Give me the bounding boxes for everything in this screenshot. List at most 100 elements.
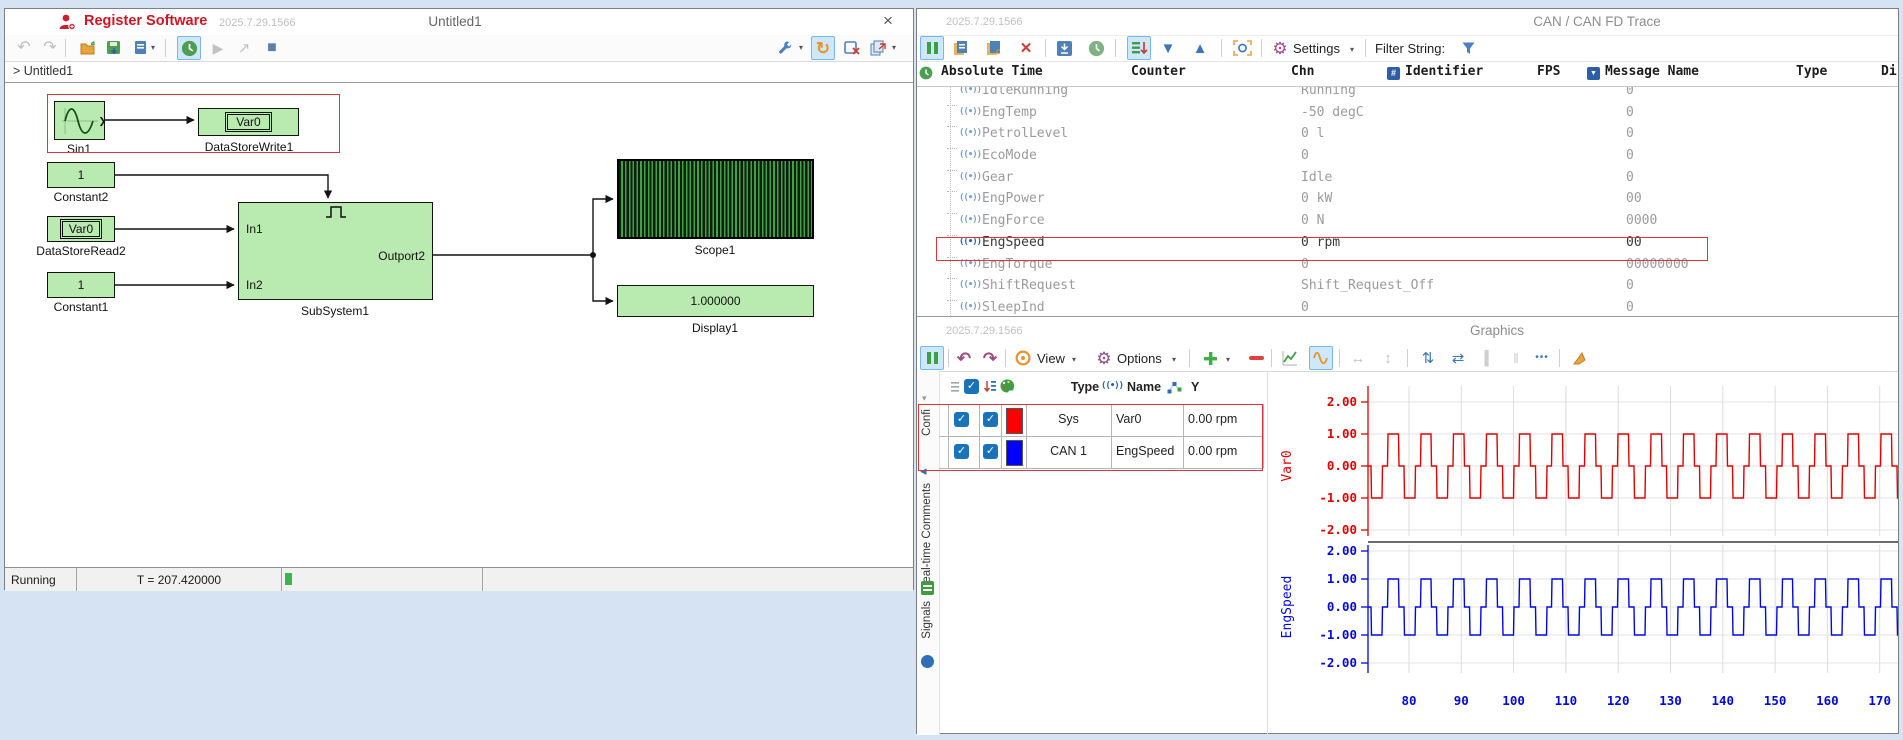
block-datastorewrite1[interactable]: Var0 — [198, 108, 299, 136]
split-horizontal-button[interactable]: ⇄ — [1447, 347, 1469, 369]
collapse-panel-icon[interactable]: ▾ — [922, 393, 927, 404]
settings-dropdown-caret[interactable]: ▾ — [1347, 39, 1357, 61]
move-down-button[interactable]: ▼ — [1157, 37, 1179, 59]
save-button[interactable] — [103, 37, 125, 59]
more-options-button[interactable]: ••• — [1531, 347, 1553, 369]
col-y-header[interactable]: Y — [1191, 380, 1199, 394]
sort-order-button[interactable] — [1127, 36, 1151, 60]
tab-signals[interactable]: Signals — [921, 601, 933, 639]
col-type[interactable]: Type — [1796, 64, 1827, 79]
block-constant1[interactable]: 1 — [47, 272, 115, 298]
tools-dropdown-caret[interactable]: ▾ — [796, 37, 806, 59]
color-swatch[interactable] — [1006, 440, 1023, 466]
tab-configurations[interactable]: Confi — [921, 409, 933, 436]
cursor-marker-button[interactable]: ▍ — [1479, 347, 1501, 369]
select-all-checkbox[interactable]: ✓ — [964, 379, 979, 394]
undo-button[interactable]: ↶ — [13, 37, 35, 59]
col-counter[interactable]: Counter — [1131, 64, 1186, 79]
open-file-button[interactable] — [77, 37, 99, 59]
clear-clipboard-button[interactable] — [841, 37, 863, 59]
fit-horizontal-button[interactable]: ↔ — [1347, 347, 1369, 369]
col-chn[interactable]: Chn — [1291, 64, 1314, 79]
enabled-checkbox[interactable]: ✓ — [983, 412, 998, 427]
graphics-undo-button[interactable]: ↶ — [953, 347, 975, 369]
tab-realtime-comments[interactable]: Real-time Comments — [921, 483, 933, 591]
export-dropdown-caret[interactable]: ▾ — [148, 37, 158, 59]
trace-row[interactable]: ((•)) EngTemp -50 degC 0 — [917, 103, 1898, 125]
trace-row[interactable]: ((•)) ShiftRequest Shift_Request_Off 0 — [917, 276, 1898, 298]
settings-gear-icon[interactable]: ⚙ — [1269, 37, 1291, 59]
eraser-button[interactable] — [1567, 347, 1589, 369]
sort-signals-icon[interactable] — [983, 379, 997, 399]
block-display1[interactable]: 1.000000 — [617, 285, 814, 317]
block-constant2[interactable]: 1 — [47, 162, 115, 188]
remove-signal-button[interactable] — [1245, 347, 1267, 369]
settings-menu[interactable]: Settings — [1293, 41, 1340, 56]
sync-loop-button[interactable]: ↻ — [811, 36, 835, 60]
close-button[interactable]: × — [883, 11, 893, 31]
trace-row[interactable]: ((•)) EngTorque 0 00000000 — [917, 255, 1898, 277]
copy-with-comment-button[interactable]: c — [983, 37, 1005, 59]
copy-export-button[interactable] — [867, 37, 889, 59]
options-menu[interactable]: Options — [1117, 351, 1162, 366]
visible-checkbox[interactable]: ✓ — [954, 444, 969, 459]
col-absolute-time[interactable]: Absolute Time — [941, 64, 1043, 79]
palette-icon[interactable] — [999, 378, 1015, 399]
tools-wrench-button[interactable] — [773, 37, 795, 59]
block-sin1[interactable]: ❯ — [54, 101, 106, 140]
line-chart-mode-button[interactable] — [1279, 347, 1301, 369]
visible-checkbox[interactable]: ✓ — [954, 412, 969, 427]
snapshot-camera-button[interactable] — [1231, 37, 1253, 59]
block-datastoreread2[interactable]: Var0 — [47, 216, 115, 242]
pause-graphics-button[interactable] — [920, 346, 944, 370]
view-dropdown-caret[interactable]: ▾ — [1069, 349, 1079, 371]
copy-dropdown-caret[interactable]: ▾ — [889, 37, 899, 59]
col-dir[interactable]: Di — [1881, 64, 1897, 79]
col-fps[interactable]: FPS — [1537, 64, 1560, 79]
filter-funnel-icon[interactable] — [1457, 37, 1479, 59]
trace-row[interactable]: ((•)) Gear Idle 0 — [917, 168, 1898, 190]
add-signal-caret[interactable]: ▾ — [1223, 349, 1233, 371]
trace-row[interactable]: ((•)) PetrolLevel 0 l0 — [917, 124, 1898, 146]
pause-trace-button[interactable] — [920, 36, 944, 60]
options-gear-icon[interactable]: ⚙ — [1093, 347, 1115, 369]
col-name-header[interactable]: Name — [1127, 380, 1161, 394]
signal-plots[interactable]: 2.00 1.00 0.00 -1.00 -2.00 Var0 80 90 100 110 120 1… — [1271, 373, 1898, 735]
signal-row-var0[interactable]: ✓ ✓ Sys Var0 0.00 rpm — [939, 404, 1263, 436]
time-mode-button[interactable] — [1085, 37, 1107, 59]
dual-cursor-button[interactable]: ‖ — [1505, 347, 1527, 369]
enabled-checkbox[interactable]: ✓ — [983, 444, 998, 459]
block-scope1[interactable] — [617, 159, 814, 239]
trace-row[interactable]: ((•)) EngPower 0 kW 00 — [917, 189, 1898, 211]
col-identifier[interactable]: Identifier — [1405, 64, 1483, 79]
step-out-button[interactable]: ↗ — [233, 37, 255, 59]
block-subsystem1[interactable]: In1 In2 Outport2 — [238, 202, 433, 300]
move-up-button[interactable]: ▲ — [1189, 37, 1211, 59]
trace-row[interactable]: ((•)) EcoMode 0 0 — [917, 146, 1898, 168]
breadcrumb[interactable]: > Untitled1 — [13, 64, 73, 78]
wave-chart-mode-button[interactable] — [1309, 346, 1333, 370]
add-signal-button[interactable] — [1199, 347, 1221, 369]
scroll-to-bottom-button[interactable] — [1053, 37, 1075, 59]
col-message-name[interactable]: Message Name — [1605, 64, 1699, 79]
graphics-redo-button[interactable]: ↷ — [979, 347, 1001, 369]
trace-row[interactable]: ((•)) SleepInd 0 0 — [917, 298, 1898, 316]
model-canvas[interactable]: ❯ Sin1 Var0 DataStoreWrite1 1 Constant2 … — [5, 83, 913, 567]
trace-row[interactable]: ((•)) IdleRunning Running 0 — [917, 87, 1898, 103]
trace-row-engspeed-highlighted[interactable]: ((•)) EngSpeed 0 rpm 00 — [917, 233, 1898, 255]
copy-page-button[interactable] — [949, 37, 971, 59]
fit-vertical-button[interactable]: ↕ — [1377, 347, 1399, 369]
stop-button[interactable]: ■ — [261, 37, 283, 59]
options-dropdown-caret[interactable]: ▾ — [1169, 349, 1179, 371]
signal-row-engspeed[interactable]: ✓ ✓ CAN 1 EngSpeed 0.00 rpm — [939, 436, 1263, 468]
redo-button[interactable]: ↷ — [39, 37, 61, 59]
play-button[interactable]: ▶ — [207, 37, 229, 59]
collapse-arrow-icon[interactable]: ◂ — [920, 463, 927, 479]
clear-trace-button[interactable]: ✕ — [1015, 37, 1037, 59]
trace-row[interactable]: ((•)) EngForce 0 N 0000 — [917, 211, 1898, 233]
split-vertical-button[interactable]: ⇅ — [1417, 347, 1439, 369]
simulation-clock-button[interactable] — [177, 36, 201, 60]
color-swatch[interactable] — [1006, 408, 1023, 434]
view-icon[interactable] — [1012, 347, 1034, 369]
view-menu[interactable]: View — [1037, 351, 1065, 366]
